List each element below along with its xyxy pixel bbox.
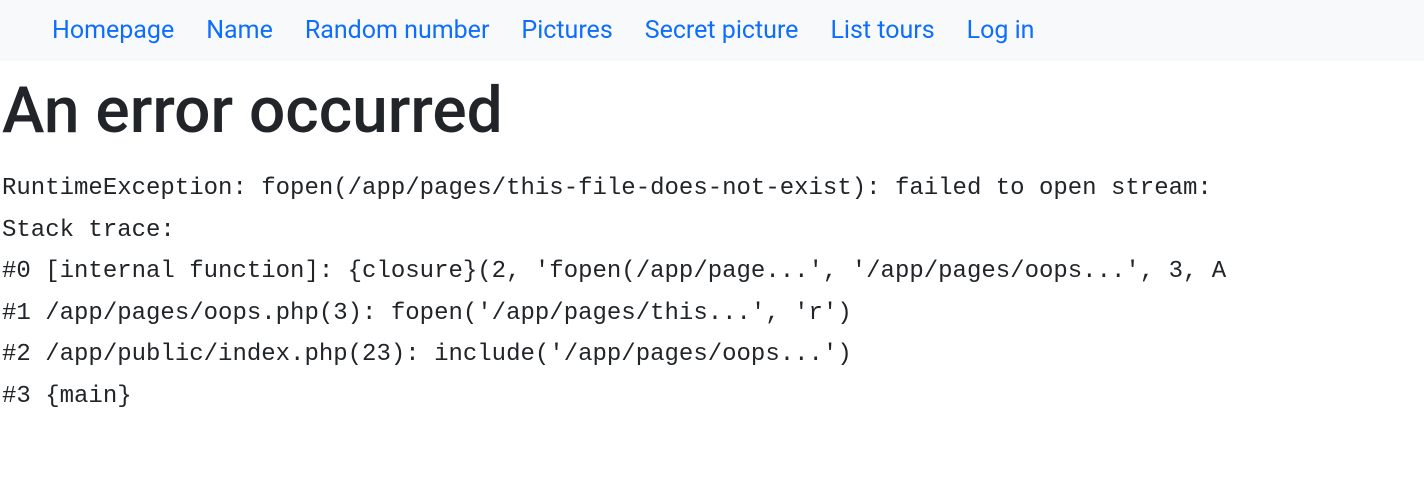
nav-list: Homepage Name Random number Pictures Sec… — [0, 16, 1424, 45]
navbar: Homepage Name Random number Pictures Sec… — [0, 0, 1424, 61]
nav-link-homepage[interactable]: Homepage — [52, 16, 174, 45]
nav-link-random-number[interactable]: Random number — [305, 16, 490, 45]
nav-link-pictures[interactable]: Pictures — [521, 16, 612, 45]
nav-link-log-in[interactable]: Log in — [967, 16, 1035, 45]
page-title: An error occurred — [0, 73, 1424, 148]
content: An error occurred RuntimeException: fope… — [0, 73, 1424, 417]
error-stack-trace: RuntimeException: fopen(/app/pages/this-… — [0, 168, 1424, 417]
nav-link-list-tours[interactable]: List tours — [830, 16, 934, 45]
nav-link-secret-picture[interactable]: Secret picture — [645, 16, 799, 45]
nav-link-name[interactable]: Name — [206, 16, 273, 45]
